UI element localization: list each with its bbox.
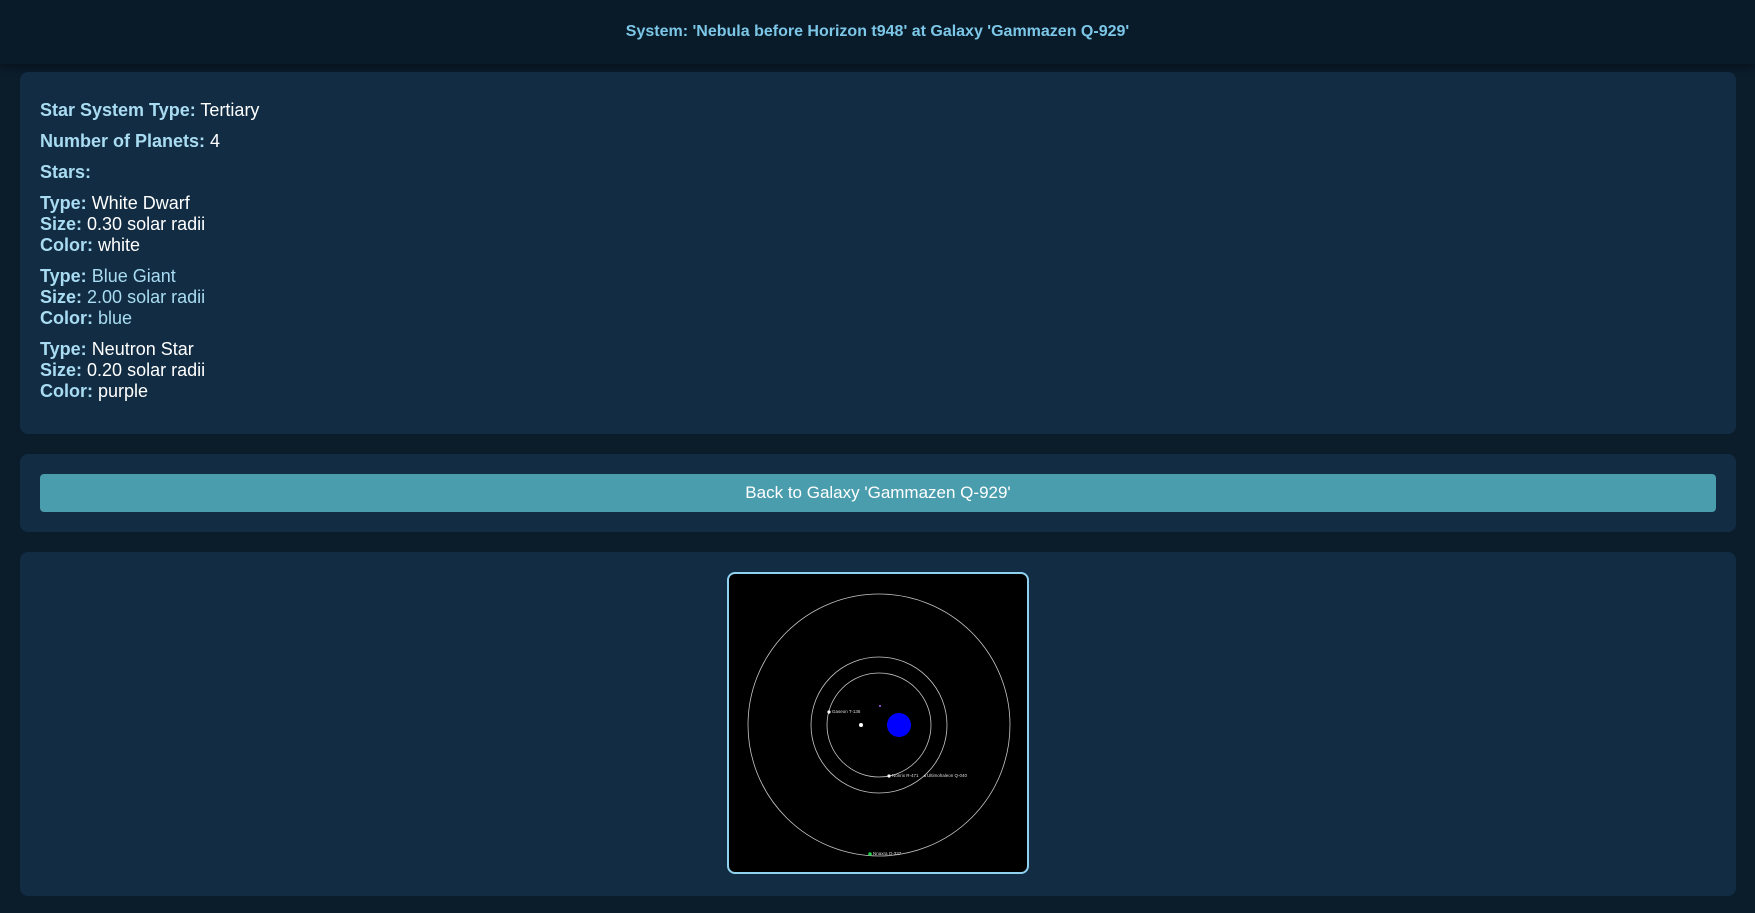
star-color-label: Color: <box>40 381 93 401</box>
star-size-label: Size: <box>40 287 83 307</box>
star-size-value: 0.20 solar radii <box>87 360 206 380</box>
orbit-ring-inner <box>826 672 932 778</box>
star-entry-blue-giant: Type: Blue Giant Size: 2.00 solar radii … <box>40 266 1716 329</box>
page-title: System: 'Nebula before Horizon t948' at … <box>625 23 1130 40</box>
back-to-galaxy-button[interactable]: Back to Galaxy 'Gammazen Q-929' <box>40 474 1716 512</box>
system-type-value: Tertiary <box>200 100 260 120</box>
navigation-panel: Back to Galaxy 'Gammazen Q-929' <box>20 454 1736 532</box>
planet-count-row: Number of Planets: 4 <box>40 131 1716 152</box>
planet-gaseon <box>827 710 831 714</box>
planet-nonrix <box>887 774 891 778</box>
star-type-label: Type: <box>40 266 87 286</box>
planet-label-gaseon: Gaseon T-136 <box>832 709 861 714</box>
star-entry-neutron-star: Type: Neutron Star Size: 0.20 solar radi… <box>40 339 1716 402</box>
star-color-value: blue <box>98 308 133 328</box>
star-type-value: Neutron Star <box>91 339 194 359</box>
orbit-visualization-panel: Gaseon T-136 Nonrix R-471 Ultimohaleon Q… <box>20 552 1736 896</box>
star-color-label: Color: <box>40 235 93 255</box>
star-color-value: white <box>98 235 141 255</box>
star-type-label: Type: <box>40 193 87 213</box>
planet-count-label: Number of Planets: <box>40 131 206 151</box>
system-type-label: Star System Type: <box>40 100 196 120</box>
planet-label-ultimohaleon: Ultimohaleon Q-040 <box>927 773 968 778</box>
page-header: System: 'Nebula before Horizon t948' at … <box>0 0 1755 64</box>
star-type-label: Type: <box>40 339 87 359</box>
stars-heading: Stars: <box>40 162 1716 183</box>
planet-count-value: 4 <box>210 131 221 151</box>
orbit-canvas[interactable]: Gaseon T-136 Nonrix R-471 Ultimohaleon Q… <box>727 572 1029 874</box>
stars-label: Stars: <box>40 162 92 182</box>
planet-ultimohaleon <box>924 775 926 777</box>
planet-label-nonrix: Nonrix R-471 <box>892 773 919 778</box>
star-size-label: Size: <box>40 214 83 234</box>
star-type-value: White Dwarf <box>91 193 190 213</box>
star-size-label: Size: <box>40 360 83 380</box>
star-color-label: Color: <box>40 308 93 328</box>
star-size-value: 2.00 solar radii <box>87 287 206 307</box>
system-type-row: Star System Type: Tertiary <box>40 100 1716 121</box>
neutron-star <box>879 705 881 707</box>
orbit-ring-outer <box>747 593 1011 857</box>
planet-nnaxra <box>868 852 872 856</box>
planet-label-nnaxra: Nnaxra O-337 <box>873 851 902 856</box>
blue-giant-star <box>887 713 911 737</box>
star-color-value: purple <box>98 381 149 401</box>
white-dwarf-star <box>859 723 863 727</box>
system-info-panel: Star System Type: Tertiary Number of Pla… <box>20 72 1736 434</box>
star-size-value: 0.30 solar radii <box>87 214 206 234</box>
star-type-value: Blue Giant <box>91 266 176 286</box>
star-entry-white-dwarf: Type: White Dwarf Size: 0.30 solar radii… <box>40 193 1716 256</box>
orbit-map: Gaseon T-136 Nonrix R-471 Ultimohaleon Q… <box>747 593 1011 857</box>
